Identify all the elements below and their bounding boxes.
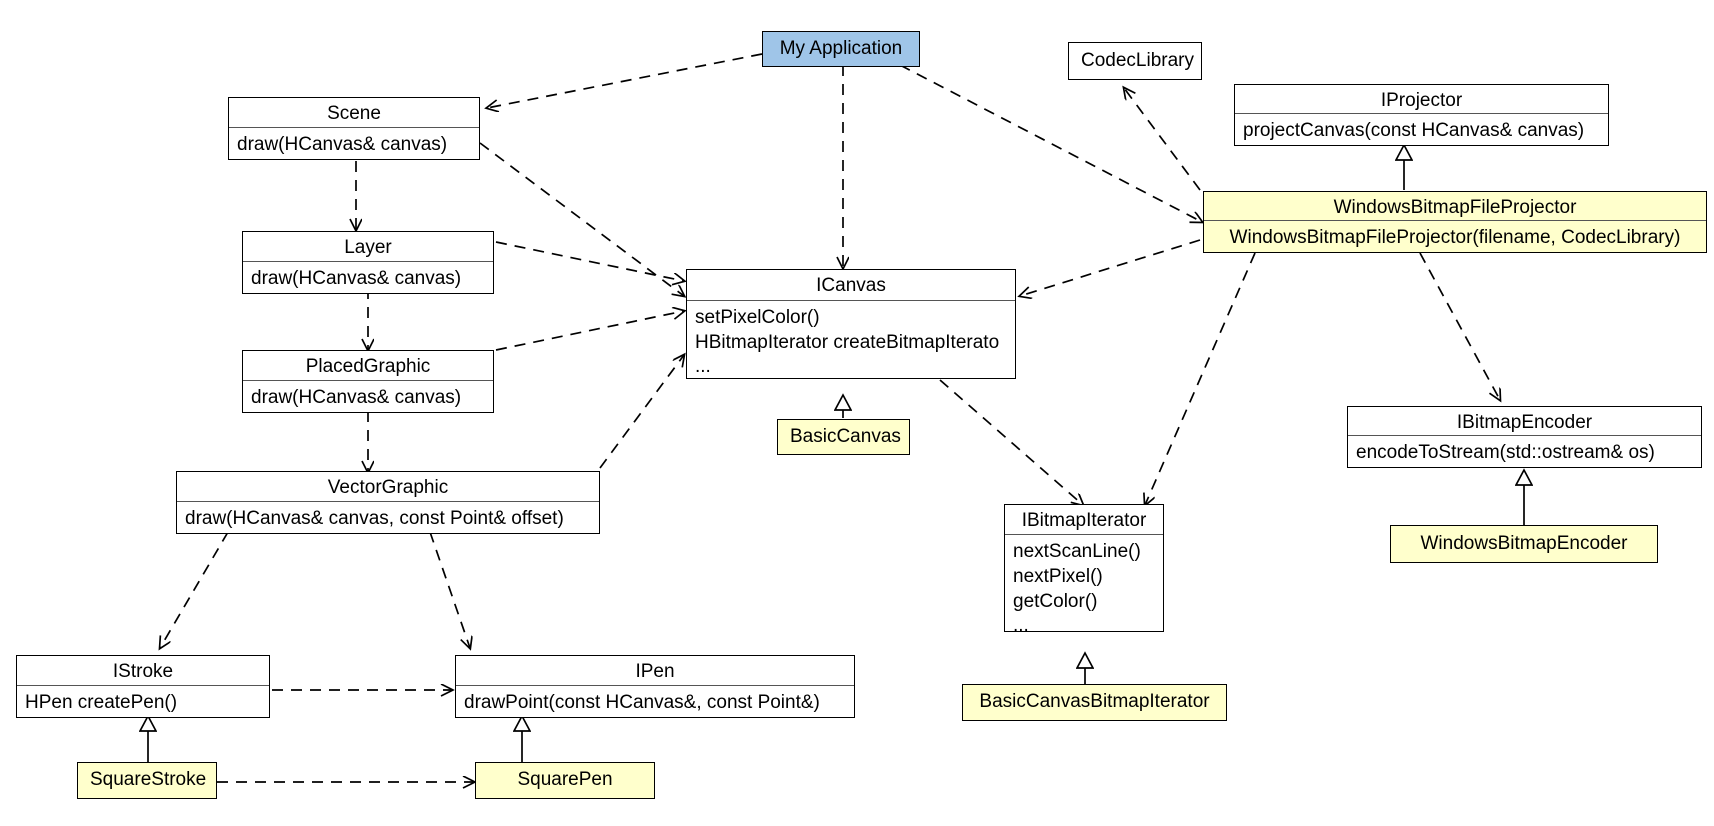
class-method: draw(HCanvas& canvas) xyxy=(237,133,448,155)
class-title-layer: Layer xyxy=(243,232,493,262)
edge-scene-icanvas xyxy=(479,142,684,296)
class-members-windows-bitmap-file-projector: WindowsBitmapFileProjector(filename, Cod… xyxy=(1204,221,1706,252)
class-method: getColor() xyxy=(1013,590,1098,612)
class-members-vector-graphic: draw(HCanvas& canvas, const Point& offse… xyxy=(177,502,599,533)
class-method: WindowsBitmapFileProjector(filename, Cod… xyxy=(1229,227,1681,249)
edge-vectorgraphic-istroke xyxy=(160,531,229,648)
edge-placedgraphic-icanvas xyxy=(495,311,684,351)
class-node-basic-canvas-bitmap-iterator[interactable]: BasicCanvasBitmapIterator xyxy=(962,684,1227,721)
class-method: ... xyxy=(695,356,711,378)
class-title-vector-graphic: VectorGraphic xyxy=(177,472,599,502)
class-method: nextScanLine() xyxy=(1013,541,1141,563)
class-title-basic-canvas: BasicCanvas xyxy=(790,426,901,447)
class-title-iprojector: IProjector xyxy=(1235,85,1608,115)
edge-wbfp-ibitmapencoder xyxy=(1419,252,1500,400)
class-method: HPen createPen() xyxy=(25,691,178,713)
class-method: draw(HCanvas& canvas) xyxy=(251,267,462,289)
edge-vectorgraphic-icanvas xyxy=(599,355,684,469)
class-method: HBitmapIterator createBitmapIterato xyxy=(695,331,1000,353)
class-node-scene[interactable]: Scene draw(HCanvas& canvas) xyxy=(228,97,480,160)
class-members-icanvas: setPixelColor() HBitmapIterator createBi… xyxy=(687,301,1015,378)
class-node-square-pen[interactable]: SquarePen xyxy=(475,762,655,799)
class-method: nextPixel() xyxy=(1013,565,1103,587)
class-node-placed-graphic[interactable]: PlacedGraphic draw(HCanvas& canvas) xyxy=(242,350,494,413)
class-title-codec-library: CodecLibrary xyxy=(1081,49,1194,71)
class-method: draw(HCanvas& canvas) xyxy=(251,386,462,408)
class-members-layer: draw(HCanvas& canvas) xyxy=(243,262,493,293)
class-title-windows-bitmap-file-projector: WindowsBitmapFileProjector xyxy=(1204,192,1706,222)
class-node-codec-library[interactable]: CodecLibrary xyxy=(1068,42,1202,80)
class-node-square-stroke[interactable]: SquareStroke xyxy=(77,762,217,799)
class-members-iprojector: projectCanvas(const HCanvas& canvas) xyxy=(1235,114,1608,145)
class-members-ipen: drawPoint(const HCanvas&, const Point&) xyxy=(456,686,854,717)
class-node-vector-graphic[interactable]: VectorGraphic draw(HCanvas& canvas, cons… xyxy=(176,471,600,534)
class-method: projectCanvas(const HCanvas& canvas) xyxy=(1243,120,1585,142)
class-node-ibitmap-iterator[interactable]: IBitmapIterator nextScanLine() nextPixel… xyxy=(1004,504,1164,632)
class-node-icanvas[interactable]: ICanvas setPixelColor() HBitmapIterator … xyxy=(686,269,1016,379)
class-method: draw(HCanvas& canvas, const Point& offse… xyxy=(185,507,564,529)
class-title-ibitmap-encoder: IBitmapEncoder xyxy=(1348,407,1701,437)
class-members-placed-graphic: draw(HCanvas& canvas) xyxy=(243,381,493,412)
class-members-ibitmap-encoder: encodeToStream(std::ostream& os) xyxy=(1348,436,1701,467)
class-node-ibitmap-encoder[interactable]: IBitmapEncoder encodeToStream(std::ostre… xyxy=(1347,406,1702,468)
class-title-placed-graphic: PlacedGraphic xyxy=(243,351,493,381)
edge-wbfp-icanvas xyxy=(1020,239,1201,296)
class-method: encodeToStream(std::ostream& os) xyxy=(1356,442,1655,464)
class-node-istroke[interactable]: IStroke HPen createPen() xyxy=(16,655,270,718)
class-members-ibitmap-iterator: nextScanLine() nextPixel() getColor() ..… xyxy=(1005,535,1163,631)
class-node-windows-bitmap-file-projector[interactable]: WindowsBitmapFileProjector WindowsBitmap… xyxy=(1203,191,1707,253)
class-node-layer[interactable]: Layer draw(HCanvas& canvas) xyxy=(242,231,494,294)
edge-vectorgraphic-ipen xyxy=(429,531,470,648)
class-title-scene: Scene xyxy=(229,98,479,128)
class-node-basic-canvas[interactable]: BasicCanvas xyxy=(777,419,910,455)
class-title-basic-canvas-bitmap-iterator: BasicCanvasBitmapIterator xyxy=(979,691,1210,713)
class-title-ibitmap-iterator: IBitmapIterator xyxy=(1005,505,1163,536)
class-title-ipen: IPen xyxy=(456,656,854,686)
class-members-istroke: HPen createPen() xyxy=(17,686,269,717)
edge-icanvas-ibitmapiterator xyxy=(939,379,1083,505)
class-node-windows-bitmap-encoder[interactable]: WindowsBitmapEncoder xyxy=(1390,525,1658,563)
edge-wbfp-ibitmapiterator xyxy=(1145,252,1256,505)
edge-myapplication-wbfp xyxy=(899,64,1202,222)
class-title-my-application: My Application xyxy=(779,38,903,59)
edge-layer-icanvas xyxy=(495,241,684,281)
edge-wbfp-codeclibrary xyxy=(1124,88,1201,191)
class-members-scene: draw(HCanvas& canvas) xyxy=(229,128,479,159)
class-method: drawPoint(const HCanvas&, const Point&) xyxy=(464,691,820,713)
class-title-icanvas: ICanvas xyxy=(687,270,1015,301)
class-method: ... xyxy=(1013,615,1029,631)
class-title-istroke: IStroke xyxy=(17,656,269,686)
class-node-ipen[interactable]: IPen drawPoint(const HCanvas&, const Poi… xyxy=(455,655,855,718)
class-title-windows-bitmap-encoder: WindowsBitmapEncoder xyxy=(1420,532,1628,554)
class-method: setPixelColor() xyxy=(695,306,820,328)
class-node-my-application[interactable]: My Application xyxy=(762,31,920,67)
edge-myapplication-scene xyxy=(487,53,763,108)
class-node-iprojector[interactable]: IProjector projectCanvas(const HCanvas& … xyxy=(1234,84,1609,146)
class-title-square-pen: SquarePen xyxy=(517,769,613,791)
class-title-square-stroke: SquareStroke xyxy=(90,769,207,791)
uml-class-diagram: My Application Scene draw(HCanvas& canva… xyxy=(0,0,1714,826)
